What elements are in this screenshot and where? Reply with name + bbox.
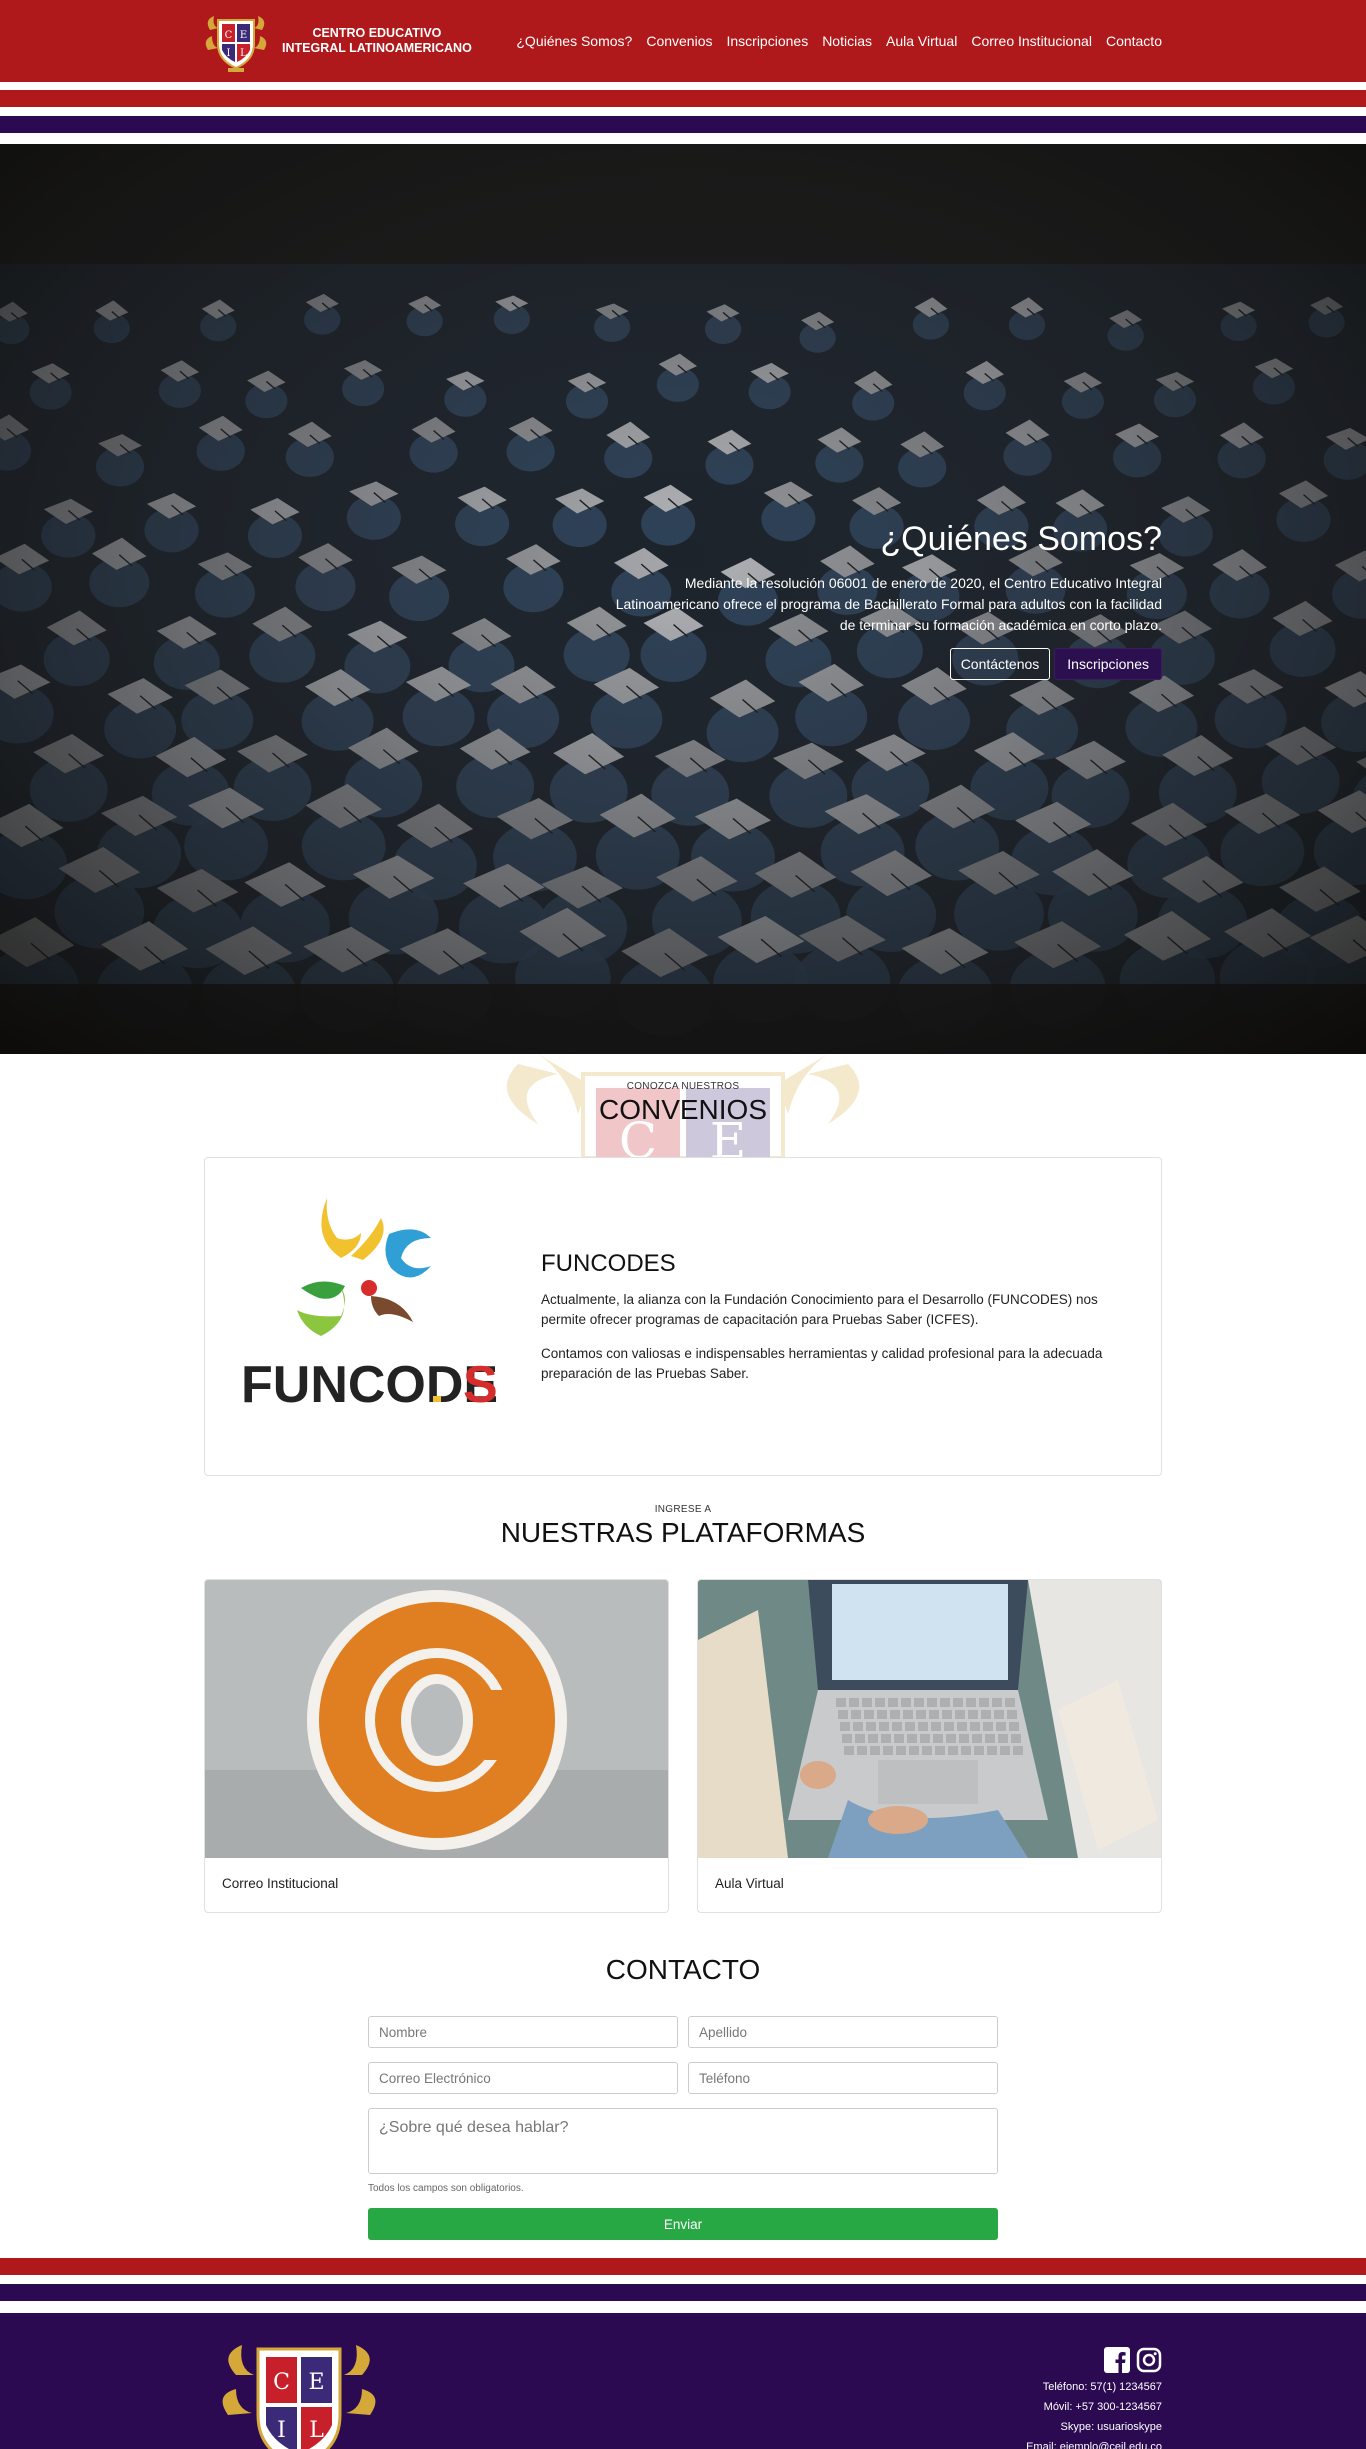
funcodes-logo-text: FUNCODE <box>241 1356 498 1414</box>
svg-text:E: E <box>308 2370 324 2395</box>
nav-quienes-somos[interactable]: ¿Quiénes Somos? <box>516 33 632 49</box>
contact-title: CONTACTO <box>605 1954 761 1985</box>
footer-email: Email: ejemplo@ceil.edu.co <box>1026 2441 1162 2449</box>
footer: C E I L Teléfono: 57(1) 1234567 Móvil: +… <box>0 2313 1366 2449</box>
nav-inscripciones[interactable]: Inscripciones <box>726 33 808 49</box>
stripe-white <box>0 2275 1366 2284</box>
svg-text:C: C <box>225 30 233 41</box>
svg-text:L: L <box>309 2418 324 2443</box>
header-stripes <box>0 82 1366 144</box>
hero-section: ¿Quiénes Somos? Mediante la resolución 0… <box>0 144 1366 1054</box>
plataformas-header: INGRESE A NUESTRAS PLATAFORMAS <box>0 1500 1366 1549</box>
funcodes-logo: FUNCODE S <box>241 1198 498 1414</box>
register-button[interactable]: Inscripciones <box>1054 648 1162 680</box>
last-name-input[interactable] <box>688 2016 998 2048</box>
send-button[interactable]: Enviar <box>368 2208 998 2240</box>
platform-label-aula: Aula Virtual <box>715 1876 784 1891</box>
funcodes-logo-s: S <box>463 1356 498 1414</box>
stripe-white <box>0 2301 1366 2313</box>
footer-skype: Skype: usuarioskype <box>1060 2421 1163 2433</box>
nav-noticias[interactable]: Noticias <box>822 33 872 49</box>
platform-label-correo: Correo Institucional <box>222 1876 339 1891</box>
svg-text:L: L <box>240 48 247 59</box>
convenio-paragraph-1: Actualmente, la alianza con la Fundación… <box>541 1292 1098 1327</box>
plataformas-kicker: INGRESE A <box>654 1504 712 1515</box>
message-textarea[interactable] <box>368 2108 998 2174</box>
convenio-paragraph-2: Contamos con valiosas e indispensables h… <box>541 1346 1103 1381</box>
convenio-body: FUNCODES Actualmente, la alianza con la … <box>541 1250 1121 1398</box>
hero-content: ¿Quiénes Somos? Mediante la resolución 0… <box>602 520 1162 680</box>
hero-text: Mediante la resolución 06001 de enero de… <box>615 575 1162 633</box>
svg-text:C: C <box>273 2370 290 2395</box>
correo-image <box>205 1580 668 1858</box>
footer-mobile: Móvil: +57 300-1234567 <box>1043 2401 1162 2413</box>
form-help-text: Todos los campos son obligatorios. <box>368 2183 524 2194</box>
nav-aula-virtual[interactable]: Aula Virtual <box>886 33 957 49</box>
convenio-card: FUNCODE S FUNCODES Actualmente, la alian… <box>204 1157 1162 1476</box>
svg-text:E: E <box>240 30 247 41</box>
convenios-kicker: CONOZCA NUESTROS <box>626 1081 740 1092</box>
platform-card-aula[interactable]: Aula Virtual <box>697 1579 1162 1913</box>
platform-card-correo[interactable]: Correo Institucional <box>204 1579 669 1913</box>
convenios-header: C E CONOZCA NUESTROS CONVENIOS <box>0 1054 1366 1158</box>
first-name-input[interactable] <box>368 2016 678 2048</box>
instagram-icon[interactable] <box>1136 2347 1162 2373</box>
brand-logo[interactable]: C E I L CENTRO EDUCATIVO INTEGRAL LATINO… <box>204 10 472 72</box>
main-nav: ¿Quiénes Somos? Convenios Inscripciones … <box>516 33 1162 49</box>
stripe-purple <box>0 116 1366 133</box>
crest-icon: C E I L <box>222 2345 376 2449</box>
stripe-white <box>0 107 1366 116</box>
plataformas-title: NUESTRAS PLATAFORMAS <box>500 1517 866 1548</box>
navbar: C E I L CENTRO EDUCATIVO INTEGRAL LATINO… <box>0 0 1366 82</box>
footer-phone: Teléfono: 57(1) 1234567 <box>1042 2381 1162 2393</box>
brand-name-line1: CENTRO EDUCATIVO <box>312 26 442 40</box>
email-input[interactable] <box>368 2062 678 2094</box>
nav-correo-institucional[interactable]: Correo Institucional <box>971 33 1092 49</box>
stripe-red <box>0 90 1366 107</box>
facebook-icon[interactable] <box>1104 2347 1130 2373</box>
stripe-white <box>0 133 1366 144</box>
hero-buttons: Contáctenos Inscripciones <box>602 648 1162 680</box>
stripe-white <box>0 82 1366 90</box>
footer-stripes <box>0 2258 1366 2313</box>
convenios-title: CONVENIOS <box>598 1094 768 1125</box>
contact-section: CONTACTO Todos los campos son obligatori… <box>368 1954 998 2240</box>
form-row-name <box>368 2016 998 2048</box>
crest-icon: C E I L <box>205 16 267 72</box>
nav-contacto[interactable]: Contacto <box>1106 33 1162 49</box>
nav-convenios[interactable]: Convenios <box>646 33 712 49</box>
convenio-heading: FUNCODES <box>541 1250 676 1277</box>
social-links <box>1026 2347 1162 2373</box>
phone-input[interactable] <box>688 2062 998 2094</box>
contact-button[interactable]: Contáctenos <box>949 648 1051 680</box>
brand-name-line2: INTEGRAL LATINOAMERICANO <box>282 41 472 55</box>
brand-name: CENTRO EDUCATIVO INTEGRAL LATINOAMERICAN… <box>282 26 472 56</box>
stripe-purple <box>0 2284 1366 2301</box>
aula-image <box>698 1580 1161 1858</box>
svg-text:I: I <box>227 48 231 59</box>
laptop-photo <box>698 1580 1161 1858</box>
svg-text:I: I <box>277 2418 286 2443</box>
footer-contact-info: Teléfono: 57(1) 1234567 Móvil: +57 300-1… <box>1026 2347 1162 2449</box>
hero-title: ¿Quiénes Somos? <box>880 520 1162 558</box>
at-sign-icon <box>205 1580 668 1858</box>
form-row-contact <box>368 2062 998 2094</box>
stripe-red <box>0 2258 1366 2275</box>
